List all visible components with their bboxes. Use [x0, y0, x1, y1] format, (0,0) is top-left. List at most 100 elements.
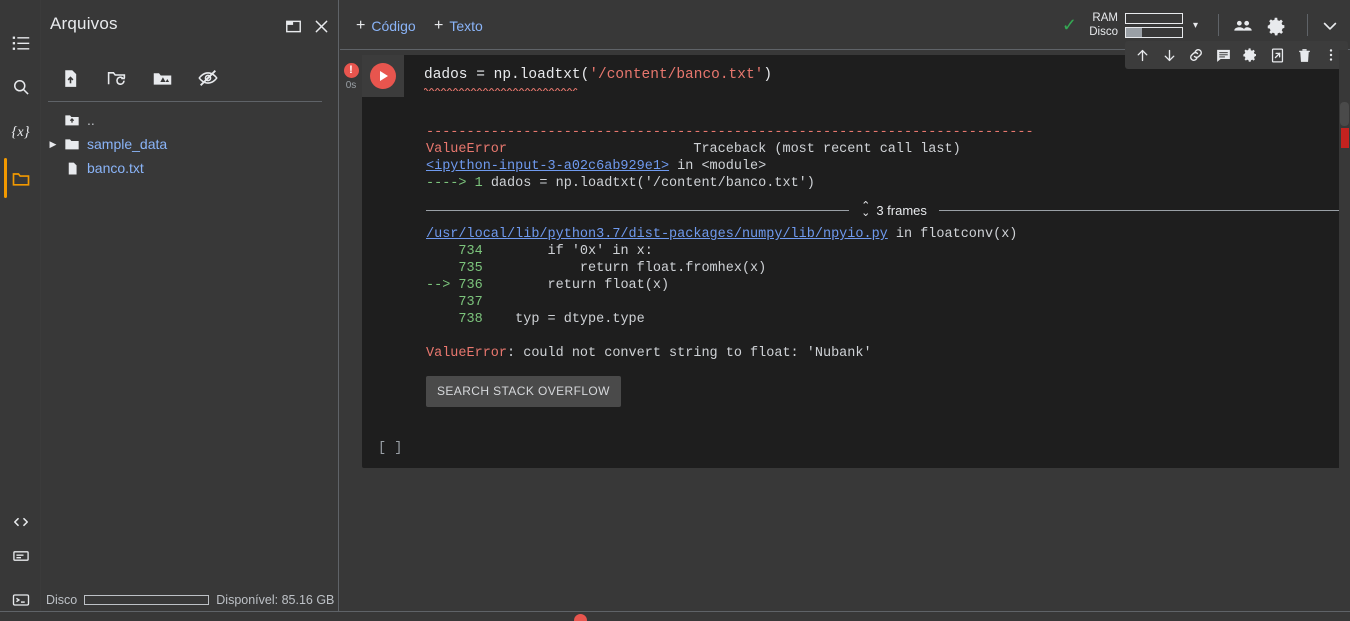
- source-line-number: 734: [458, 244, 483, 259]
- output-input-ref-suffix: in <module>: [669, 159, 767, 174]
- plus-icon: +: [356, 17, 366, 34]
- add-comment-icon[interactable]: [1211, 43, 1235, 67]
- source-line-marker: -->: [426, 278, 459, 293]
- output-input-ref-link[interactable]: <ipython-input-3-a02c6ab929e1>: [426, 159, 669, 174]
- scrollbar-thumb[interactable]: [1340, 102, 1349, 126]
- list-item[interactable]: ▶ sample_data: [41, 132, 339, 156]
- expand-chevron-icon[interactable]: [1318, 14, 1342, 38]
- source-line-number: 737: [458, 295, 483, 310]
- command-palette-icon[interactable]: [0, 535, 41, 576]
- settings-gear-icon[interactable]: [1264, 14, 1288, 38]
- left-icon-rail: {x}: [0, 0, 41, 621]
- code-string: '/content/banco.txt': [589, 67, 764, 83]
- code-prefix: dados = np.loadtxt(: [424, 67, 590, 83]
- source-line-code: typ = dtype.type: [482, 312, 645, 327]
- source-line-code: if '0x' in x:: [482, 244, 653, 259]
- refresh-folder-icon[interactable]: [98, 60, 134, 96]
- files-toolbar: [41, 60, 339, 102]
- files-panel-header: Arquivos: [41, 14, 339, 50]
- play-icon: [380, 71, 388, 81]
- disk-usage-bar: [84, 595, 210, 605]
- expand-collapse-icon[interactable]: ⌃ ⌄: [861, 201, 870, 219]
- file-icon: [63, 159, 81, 177]
- upload-file-icon[interactable]: [52, 60, 88, 96]
- mount-drive-icon[interactable]: [144, 60, 180, 96]
- close-icon[interactable]: [306, 11, 336, 41]
- list-item-label: banco.txt: [87, 160, 144, 176]
- vertical-scrollbar[interactable]: [1339, 50, 1350, 621]
- resource-usage-widget[interactable]: ✓ RAM Disco ▾: [1062, 12, 1198, 38]
- chevron-right-icon[interactable]: ▶: [46, 139, 60, 149]
- colab-window: {x} Arquivos .. ▶ sample_data banco.txt …: [0, 0, 1350, 621]
- cell-toolbar: [1125, 41, 1348, 69]
- frames-collapse-bar[interactable]: ⌃ ⌄ 3 frames: [426, 200, 1350, 220]
- move-cell-up-icon[interactable]: [1130, 43, 1154, 67]
- ram-label: RAM: [1092, 12, 1118, 24]
- mirror-cell-icon[interactable]: [1265, 43, 1289, 67]
- plus-icon: +: [434, 17, 444, 34]
- frames-line-right: [938, 209, 1350, 211]
- notebook-main: + Código + Texto ✓ RAM Disco ▾ ! 0s dado…: [340, 0, 1350, 621]
- disk-label: Disco: [1089, 26, 1118, 38]
- disk-bar: [1124, 26, 1183, 38]
- search-icon[interactable]: [0, 66, 41, 107]
- final-error-name: ValueError: [426, 346, 508, 361]
- bottom-status-strip: [0, 611, 1350, 621]
- delete-cell-icon[interactable]: [1292, 43, 1316, 67]
- add-code-cell-button[interactable]: + Código: [356, 17, 416, 35]
- cell-output: ----------------------------------------…: [362, 97, 1350, 444]
- search-stack-overflow-button[interactable]: SEARCH STACK OVERFLOW: [426, 376, 621, 407]
- cell-prompt: [ ]: [378, 441, 403, 456]
- list-item-label: ..: [87, 112, 95, 128]
- variables-icon[interactable]: {x}: [0, 112, 41, 153]
- add-text-cell-label: Texto: [449, 18, 483, 34]
- toggle-hidden-icon[interactable]: [190, 60, 226, 96]
- menu-icon[interactable]: [0, 22, 41, 63]
- source-line-marker: [426, 244, 458, 259]
- share-people-icon[interactable]: [1231, 14, 1255, 38]
- chevron-down-icon[interactable]: ▾: [1193, 20, 1198, 31]
- copy-link-icon[interactable]: [1184, 43, 1208, 67]
- cell-run-area: [362, 55, 404, 97]
- move-cell-down-icon[interactable]: [1157, 43, 1181, 67]
- source-line-marker: [426, 312, 458, 327]
- add-text-cell-button[interactable]: + Texto: [434, 17, 483, 35]
- output-arrow-code: dados = np.loadtxt('/content/banco.txt'): [482, 176, 815, 191]
- disk-usage-row: Disco: [1085, 26, 1183, 38]
- files-icon[interactable]: [0, 158, 41, 199]
- list-item[interactable]: ..: [41, 108, 339, 132]
- cell-status-gutter: ! 0s: [340, 63, 362, 91]
- folder-icon: [63, 135, 81, 153]
- cell-settings-icon[interactable]: [1238, 43, 1262, 67]
- disk-usage-footer: Disco Disponível: 85.16 GB: [46, 589, 334, 611]
- disk-usage-label: Disco: [46, 593, 78, 607]
- source-line-number: 736: [458, 278, 483, 293]
- source-line-marker: [426, 295, 458, 310]
- toolbar-divider: [1218, 14, 1219, 36]
- source-line-code: return float.fromhex(x): [482, 261, 767, 276]
- status-dot-icon: [574, 614, 587, 621]
- files-panel-title: Arquivos: [50, 14, 118, 33]
- disk-available-text: Disponível: 85.16 GB: [216, 593, 335, 607]
- error-scroll-marker[interactable]: [1341, 128, 1349, 148]
- list-item[interactable]: banco.txt: [41, 156, 339, 180]
- files-panel: Arquivos .. ▶ sample_data banco.txt Disc…: [41, 0, 339, 621]
- output-traceback-label: Traceback (most recent call last): [693, 142, 961, 157]
- ram-usage-row: RAM: [1085, 12, 1183, 24]
- code-editor-line[interactable]: dados = np.loadtxt('/content/banco.txt'): [424, 67, 772, 83]
- ram-bar: [1124, 12, 1183, 24]
- source-line-marker: [426, 261, 458, 276]
- empty-code-cell[interactable]: [ ]: [362, 430, 1350, 468]
- output-file-func: in floatconv(x): [887, 227, 1018, 242]
- execution-time: 0s: [345, 80, 357, 91]
- output-file-path-link[interactable]: /usr/local/lib/python3.7/dist-packages/n…: [426, 227, 888, 242]
- up-folder-icon: [63, 111, 81, 129]
- run-cell-button[interactable]: [370, 63, 396, 89]
- final-error-message: : could not convert string to float: 'Nu…: [507, 346, 872, 361]
- new-window-icon[interactable]: [278, 11, 308, 41]
- output-error-name: ValueError: [426, 142, 508, 157]
- list-item-label: sample_data: [87, 136, 168, 152]
- code-suffix: ): [763, 67, 773, 83]
- frames-line-left: [426, 209, 850, 211]
- toolbar-divider: [1307, 14, 1308, 36]
